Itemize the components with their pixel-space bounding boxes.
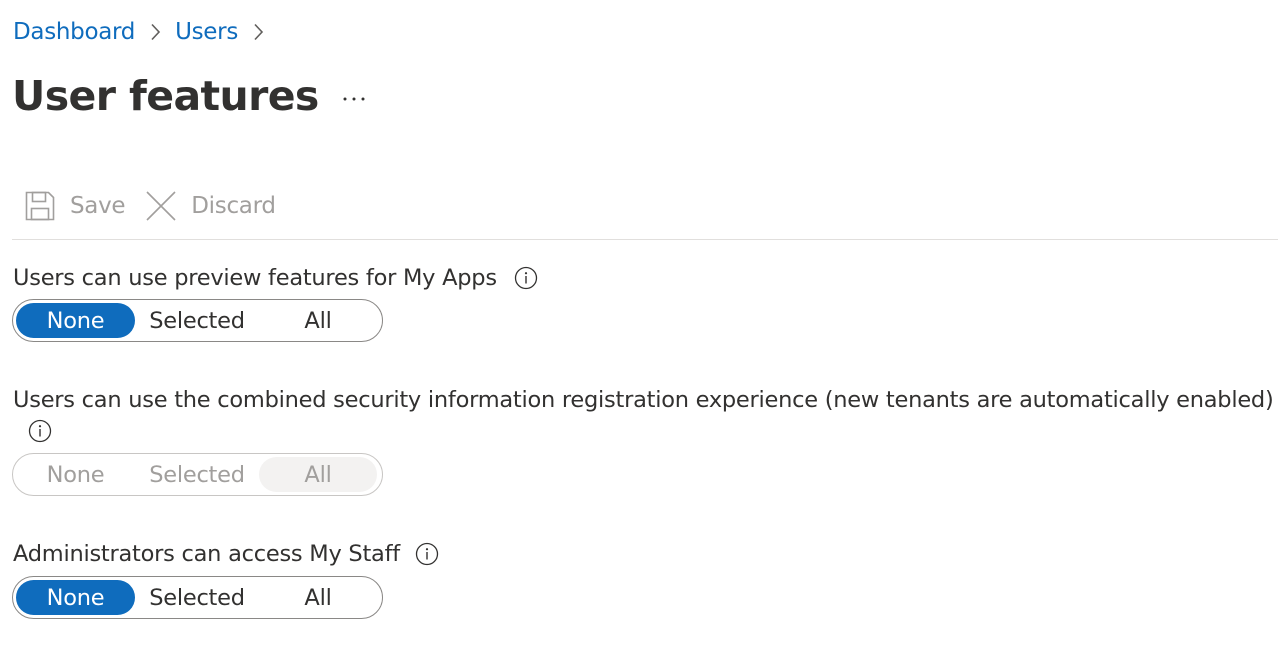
option-all: All [259, 457, 377, 492]
info-icon[interactable] [514, 266, 538, 290]
command-bar: Save Discard [12, 184, 1278, 228]
more-icon [342, 87, 366, 106]
save-button[interactable]: Save [12, 184, 135, 228]
chevron-right-icon [150, 23, 161, 41]
option-all[interactable]: All [259, 303, 377, 338]
more-options-button[interactable] [330, 76, 378, 116]
setting-label-text: Users can use the combined security info… [13, 387, 1274, 413]
setting-label-my-staff: Administrators can access My Staff [13, 538, 439, 570]
option-selected[interactable]: Selected [135, 580, 259, 615]
setting-label-text: Administrators can access My Staff [13, 541, 400, 567]
option-selected: Selected [149, 461, 245, 488]
info-icon[interactable] [28, 419, 52, 443]
toggle-my-staff: None Selected All [12, 576, 383, 619]
toggle-preview-features: None Selected All [12, 299, 383, 342]
chevron-right-icon [253, 23, 264, 41]
save-icon [24, 190, 56, 222]
setting-label-combined-registration: Users can use the combined security info… [13, 384, 1274, 416]
option-selected[interactable]: Selected [135, 303, 259, 338]
option-none: None [46, 461, 105, 488]
page-title: User features [12, 72, 319, 120]
user-features-page: Dashboard Users User features Save Disca… [0, 0, 1278, 661]
info-icon[interactable] [415, 542, 439, 566]
option-all[interactable]: All [259, 580, 377, 615]
setting-label-preview-features: Users can use preview features for My Ap… [13, 262, 538, 294]
setting-label-text: Users can use preview features for My Ap… [13, 265, 497, 291]
discard-button[interactable]: Discard [139, 184, 285, 228]
option-none[interactable]: None [16, 580, 135, 615]
breadcrumb: Dashboard Users [13, 16, 278, 48]
breadcrumb-users-link[interactable]: Users [175, 19, 238, 45]
command-bar-divider [12, 239, 1278, 240]
save-label: Save [70, 193, 126, 219]
discard-label: Discard [191, 193, 276, 219]
option-none[interactable]: None [16, 303, 135, 338]
toggle-combined-registration: None Selected All [12, 453, 383, 496]
breadcrumb-dashboard-link[interactable]: Dashboard [13, 19, 135, 45]
close-icon [145, 190, 177, 222]
title-row: User features [12, 68, 365, 124]
